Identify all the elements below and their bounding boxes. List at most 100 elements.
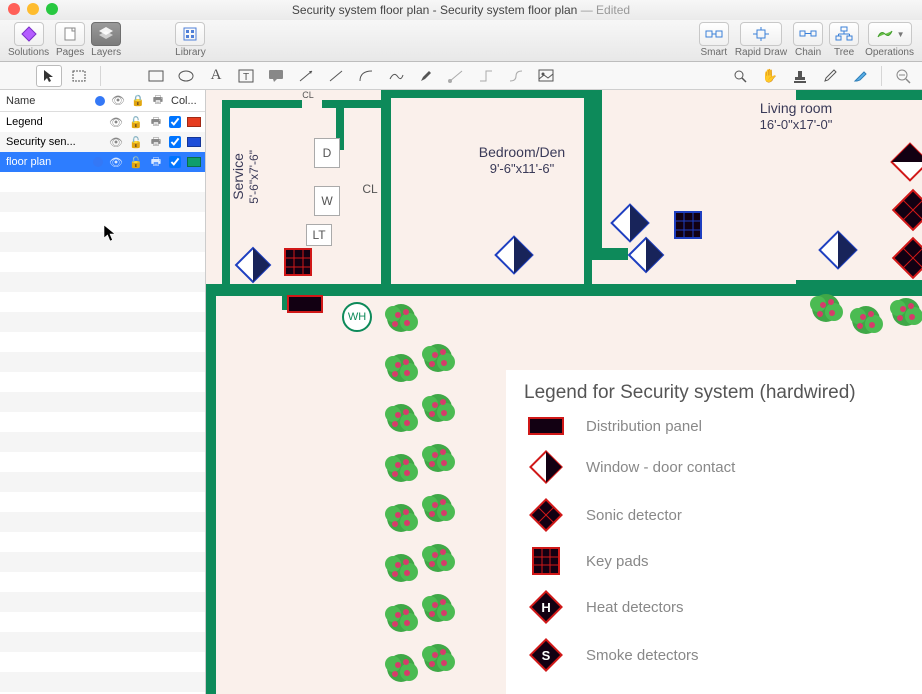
eye-icon[interactable]: 👁 — [109, 156, 123, 169]
layers-label: Layers — [91, 47, 121, 58]
tb-operations: ▼ Operations — [865, 22, 914, 58]
layer-name: Security sen... — [6, 136, 93, 148]
print-icon[interactable]: 🖶 — [149, 153, 163, 172]
layer-name: Legend — [6, 116, 93, 128]
pages-button[interactable] — [55, 22, 85, 46]
svg-text:S: S — [542, 648, 551, 663]
smart-button[interactable] — [699, 22, 729, 46]
layers-head-color[interactable]: Col... — [171, 95, 201, 107]
active-dot-icon — [93, 157, 103, 167]
print-icon[interactable]: 🖶 — [149, 133, 163, 152]
layer-checkbox[interactable] — [169, 156, 181, 168]
label-cl: CL — [358, 172, 382, 206]
layer-checkbox[interactable] — [169, 116, 181, 128]
layer-row-legend[interactable]: Legend 👁 🔓 🖶 — [0, 112, 205, 132]
head-visible-icon: 👁 — [111, 94, 125, 107]
head-lock-icon: 🔒 — [131, 94, 145, 107]
eye-icon[interactable]: 👁 — [109, 136, 123, 149]
svg-text:H: H — [541, 600, 550, 615]
callout-tool[interactable] — [263, 65, 289, 87]
lock-icon[interactable]: 🔓 — [129, 136, 143, 149]
solutions-button[interactable] — [14, 22, 44, 46]
hand-tool[interactable]: ✋ — [757, 65, 783, 87]
solutions-label: Solutions — [8, 47, 49, 58]
chain-button[interactable] — [793, 22, 823, 46]
label-lt: LT — [306, 224, 332, 246]
minimize-button[interactable] — [27, 3, 39, 15]
brush-tool[interactable] — [413, 65, 439, 87]
layers-button[interactable] — [91, 22, 121, 46]
zoom-tool[interactable] — [727, 65, 753, 87]
svg-text:T: T — [243, 72, 249, 83]
spline-tool[interactable] — [383, 65, 409, 87]
service-label: Service5'-6"x7'-6" — [230, 150, 262, 204]
title-edited: — Edited — [577, 3, 630, 17]
layers-sidebar: Name 👁 🔒 🖶 Col... Legend 👁 🔓 🖶 Security … — [0, 90, 206, 694]
legend-item-heat: H Heat detectors — [524, 590, 904, 624]
library-button[interactable] — [175, 22, 205, 46]
marquee-tool[interactable] — [66, 65, 92, 87]
tb-library: Library — [175, 22, 206, 58]
tool-strip: A T ✋ — [0, 62, 922, 90]
lock-icon[interactable]: 🔓 — [129, 156, 143, 169]
title-text: Security system floor plan - Security sy… — [292, 3, 577, 17]
pointer-tool[interactable] — [36, 65, 62, 87]
ellipse-tool[interactable] — [173, 65, 199, 87]
connector3-tool[interactable] — [503, 65, 529, 87]
layer-checkbox[interactable] — [169, 136, 181, 148]
eyedropper-tool[interactable] — [817, 65, 843, 87]
arc-tool[interactable] — [353, 65, 379, 87]
layers-head-name[interactable]: Name — [0, 95, 95, 107]
titlebar: Security system floor plan - Security sy… — [0, 0, 922, 20]
main-area: Name 👁 🔒 🖶 Col... Legend 👁 🔓 🖶 Security … — [0, 90, 922, 694]
paintbrush-tool[interactable] — [847, 65, 873, 87]
main-toolbar: Solutions Pages Layers Library Smart Rap… — [0, 20, 922, 62]
window-controls — [8, 3, 58, 15]
tb-chain: Chain — [793, 22, 823, 58]
wh-circle: WH — [342, 302, 372, 332]
living-room-label: Living room16'-0"x17'-0" — [726, 100, 866, 132]
tb-pages: Pages — [55, 22, 85, 58]
label-cl-top: CL — [295, 90, 321, 100]
operations-button[interactable]: ▼ — [868, 22, 912, 46]
eye-icon[interactable]: 👁 — [109, 116, 123, 129]
color-swatch[interactable] — [187, 117, 201, 127]
layer-row-security[interactable]: Security sen... 👁 🔓 🖶 — [0, 132, 205, 152]
color-swatch[interactable] — [187, 137, 201, 147]
chain-label: Chain — [795, 47, 821, 58]
legend-item-dist-panel: Distribution panel — [524, 416, 904, 436]
text-tool[interactable]: A — [203, 65, 229, 87]
zoom-out-tool[interactable] — [890, 65, 916, 87]
layer-name: floor plan — [6, 156, 93, 168]
smart-label: Smart — [700, 47, 727, 58]
drawing-canvas[interactable]: D W LT CL CL Service5'-6"x7'-6" Bedroom/… — [206, 90, 922, 694]
library-label: Library — [175, 47, 206, 58]
close-button[interactable] — [8, 3, 20, 15]
lock-icon[interactable]: 🔓 — [129, 116, 143, 129]
connector1-tool[interactable] — [443, 65, 469, 87]
legend-item-sonic: Sonic detector — [524, 498, 904, 532]
straight-line-tool[interactable] — [323, 65, 349, 87]
textbox-tool[interactable]: T — [233, 65, 259, 87]
tb-solutions: Solutions — [8, 22, 49, 58]
label-d: D — [314, 138, 340, 168]
rapid-draw-button[interactable] — [740, 22, 782, 46]
layer-row-floorplan[interactable]: floor plan 👁 🔓 🖶 — [0, 152, 205, 172]
tree-button[interactable] — [829, 22, 859, 46]
pages-label: Pages — [56, 47, 84, 58]
image-tool[interactable] — [533, 65, 559, 87]
tree-label: Tree — [834, 47, 854, 58]
bedroom-label: Bedroom/Den9'-6"x11'-6" — [452, 144, 592, 176]
tb-tree: Tree — [829, 22, 859, 58]
tb-rapid-draw: Rapid Draw — [735, 22, 787, 58]
window-title: Security system floor plan - Security sy… — [292, 3, 630, 17]
maximize-button[interactable] — [46, 3, 58, 15]
line-tool[interactable] — [293, 65, 319, 87]
legend-item-smoke: S Smoke detectors — [524, 638, 904, 672]
print-icon[interactable]: 🖶 — [149, 113, 163, 132]
connector2-tool[interactable] — [473, 65, 499, 87]
stamp-tool[interactable] — [787, 65, 813, 87]
layers-empty — [0, 172, 205, 694]
color-swatch[interactable] — [187, 157, 201, 167]
rect-tool[interactable] — [143, 65, 169, 87]
